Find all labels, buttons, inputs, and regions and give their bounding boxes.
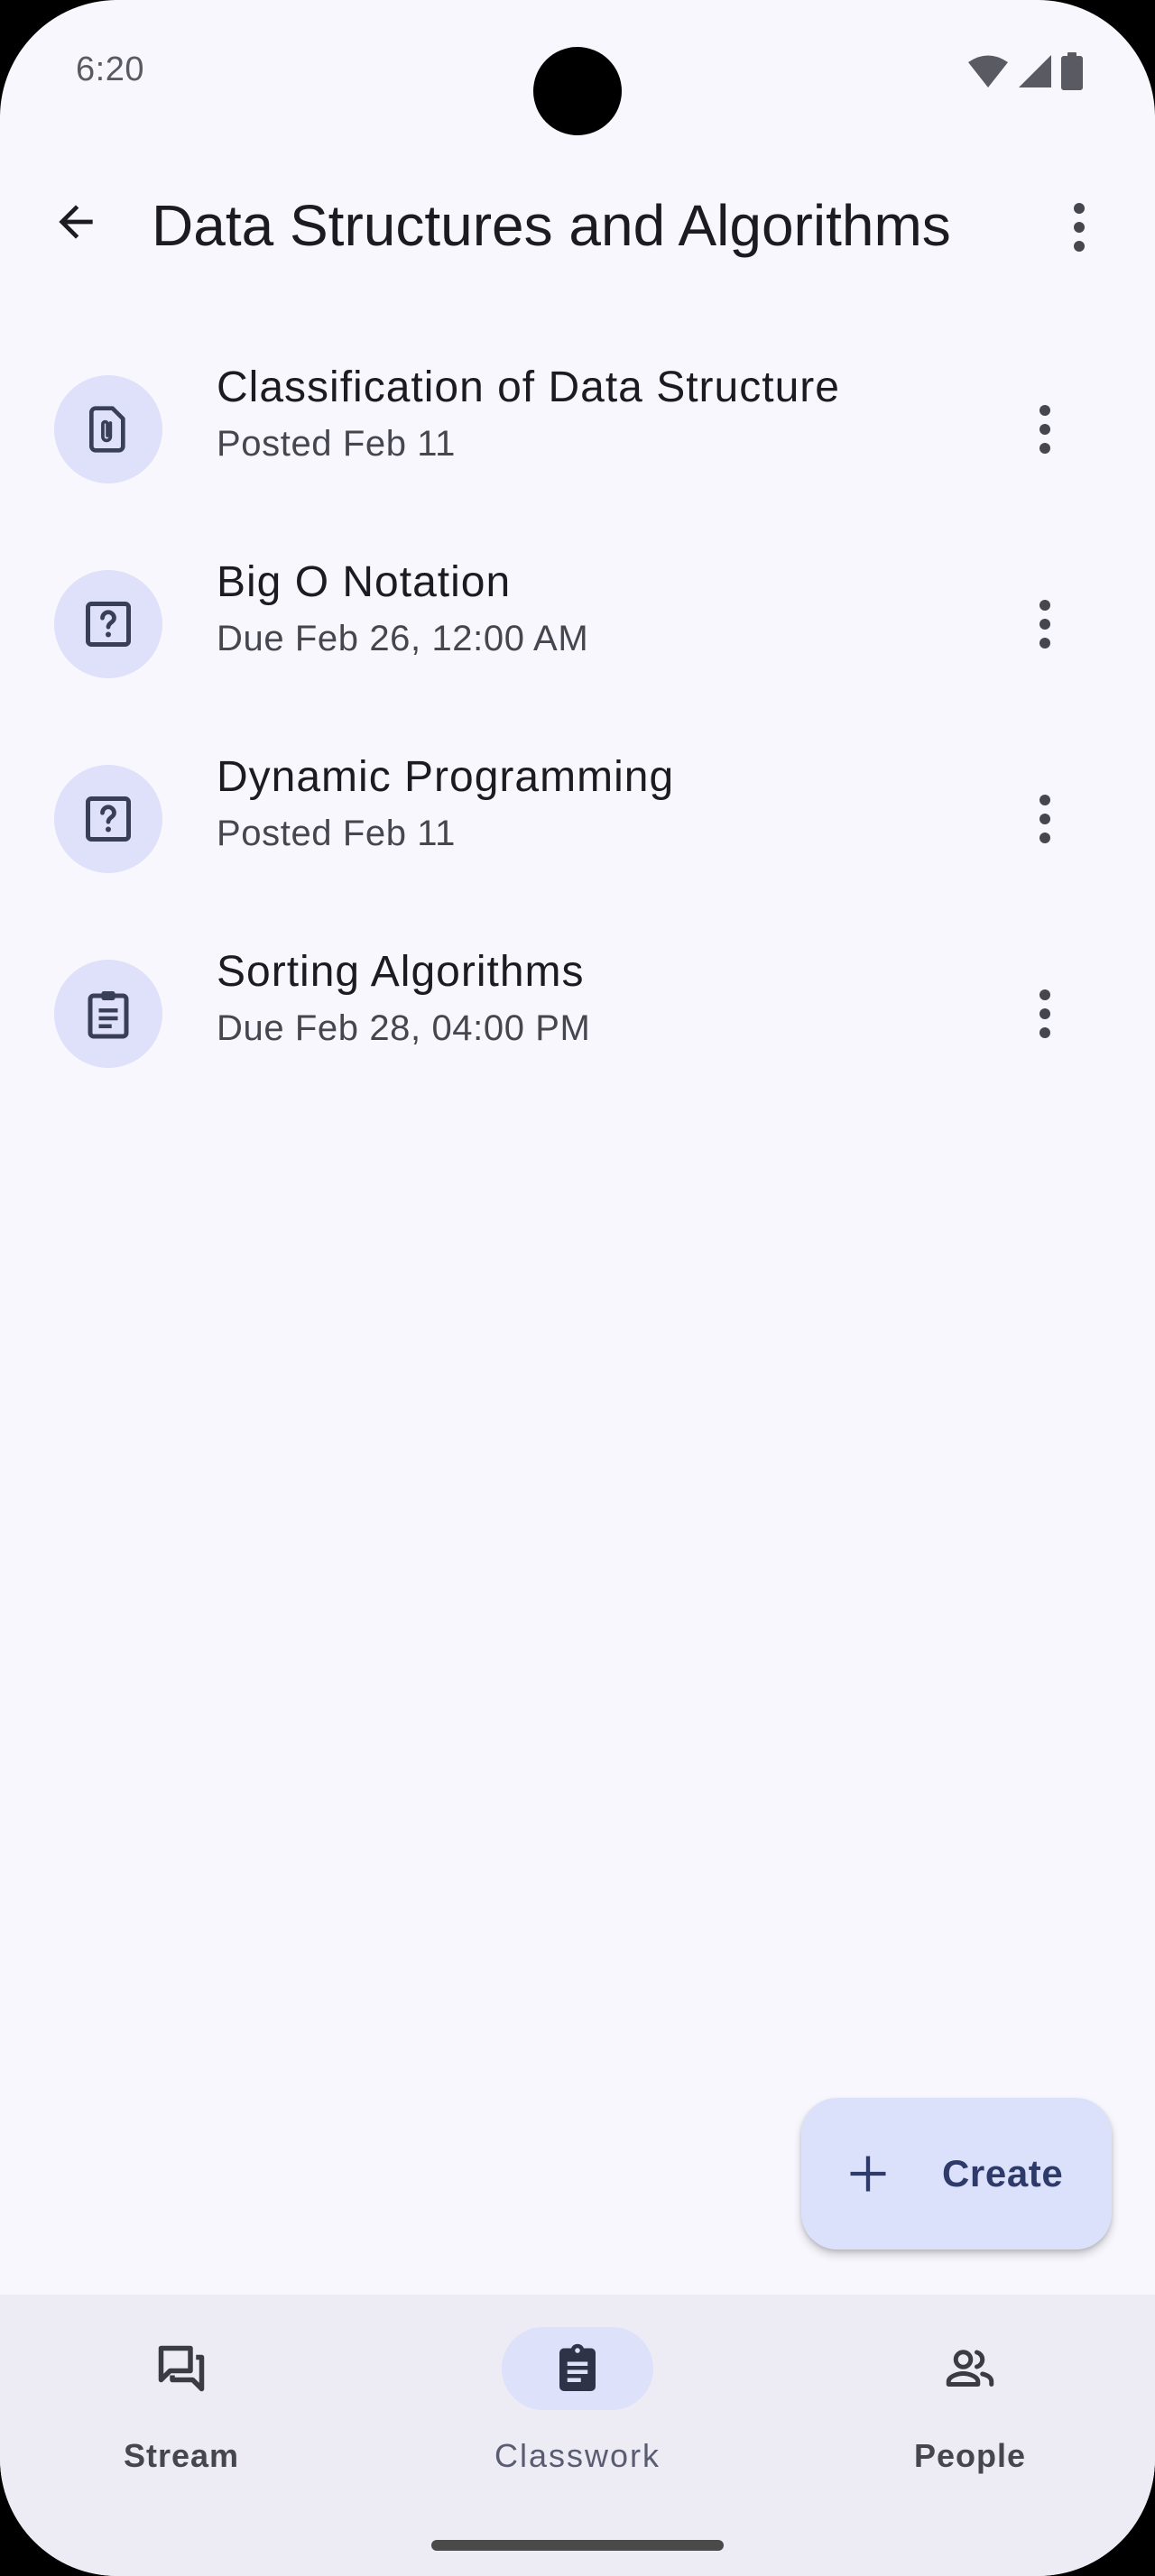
list-item[interactable]: Classification of Data Structure Posted …: [0, 343, 1155, 538]
list-item[interactable]: Sorting Algorithms Due Feb 28, 04:00 PM: [0, 927, 1155, 1122]
assignment-icon: [88, 991, 129, 1039]
back-button[interactable]: [40, 186, 112, 258]
item-icon-circle: [54, 375, 162, 483]
more-vert-icon: [1040, 989, 1050, 1038]
status-icons: [967, 52, 1083, 90]
nav-label: People: [913, 2437, 1027, 2474]
camera-cutout: [533, 47, 622, 135]
item-more-button[interactable]: [1009, 391, 1081, 467]
assignment-icon: [559, 2343, 596, 2391]
nav-people[interactable]: People: [768, 2295, 1129, 2502]
nav-classwork[interactable]: Classwork: [375, 2295, 736, 2502]
attachment-file-icon: [89, 406, 125, 453]
list-item[interactable]: Big O Notation Due Feb 26, 12:00 AM: [0, 538, 1155, 732]
cellular-signal-icon: [1019, 55, 1051, 87]
status-time: 6:20: [76, 51, 144, 88]
item-icon-circle: [54, 765, 162, 873]
screen: 6:20 Data Structures and Algorithms Clas…: [0, 0, 1155, 2576]
item-title: Big O Notation: [217, 558, 512, 606]
nav-stream[interactable]: Stream: [0, 2295, 340, 2502]
question-icon: [86, 796, 131, 842]
arrow-back-icon: [59, 205, 93, 239]
page-title: Data Structures and Algorithms: [152, 193, 951, 258]
item-subtitle: Posted Feb 11: [217, 424, 457, 464]
item-more-button[interactable]: [1009, 781, 1081, 857]
nav-label: Stream: [123, 2437, 240, 2474]
item-more-button[interactable]: [1009, 586, 1081, 662]
people-icon: [946, 2350, 994, 2387]
item-title: Sorting Algorithms: [217, 948, 585, 996]
bottom-navigation: Stream Classwork People: [0, 2295, 1155, 2576]
home-indicator[interactable]: [431, 2540, 724, 2551]
create-button[interactable]: Create: [801, 2098, 1112, 2249]
item-title: Dynamic Programming: [217, 753, 675, 801]
classwork-list: Classification of Data Structure Posted …: [0, 343, 1155, 1122]
create-button-label: Create: [942, 2152, 1064, 2194]
more-vert-icon: [1040, 405, 1050, 454]
item-more-button[interactable]: [1009, 976, 1081, 1052]
more-vert-icon: [1040, 795, 1050, 843]
wifi-icon: [968, 55, 1008, 87]
item-subtitle: Due Feb 26, 12:00 AM: [217, 619, 589, 658]
item-subtitle: Posted Feb 11: [217, 814, 457, 853]
forum-icon: [158, 2345, 205, 2392]
more-options-button[interactable]: [1043, 191, 1115, 263]
plus-icon: [850, 2156, 886, 2192]
item-title: Classification of Data Structure: [217, 363, 840, 411]
more-vert-icon: [1040, 600, 1050, 649]
item-icon-circle: [54, 960, 162, 1068]
item-subtitle: Due Feb 28, 04:00 PM: [217, 1008, 591, 1048]
nav-label: Classwork: [494, 2437, 661, 2474]
question-icon: [86, 602, 131, 647]
list-item[interactable]: Dynamic Programming Posted Feb 11: [0, 732, 1155, 927]
battery-icon: [1061, 52, 1083, 90]
more-vert-icon: [1074, 203, 1085, 252]
item-icon-circle: [54, 570, 162, 678]
